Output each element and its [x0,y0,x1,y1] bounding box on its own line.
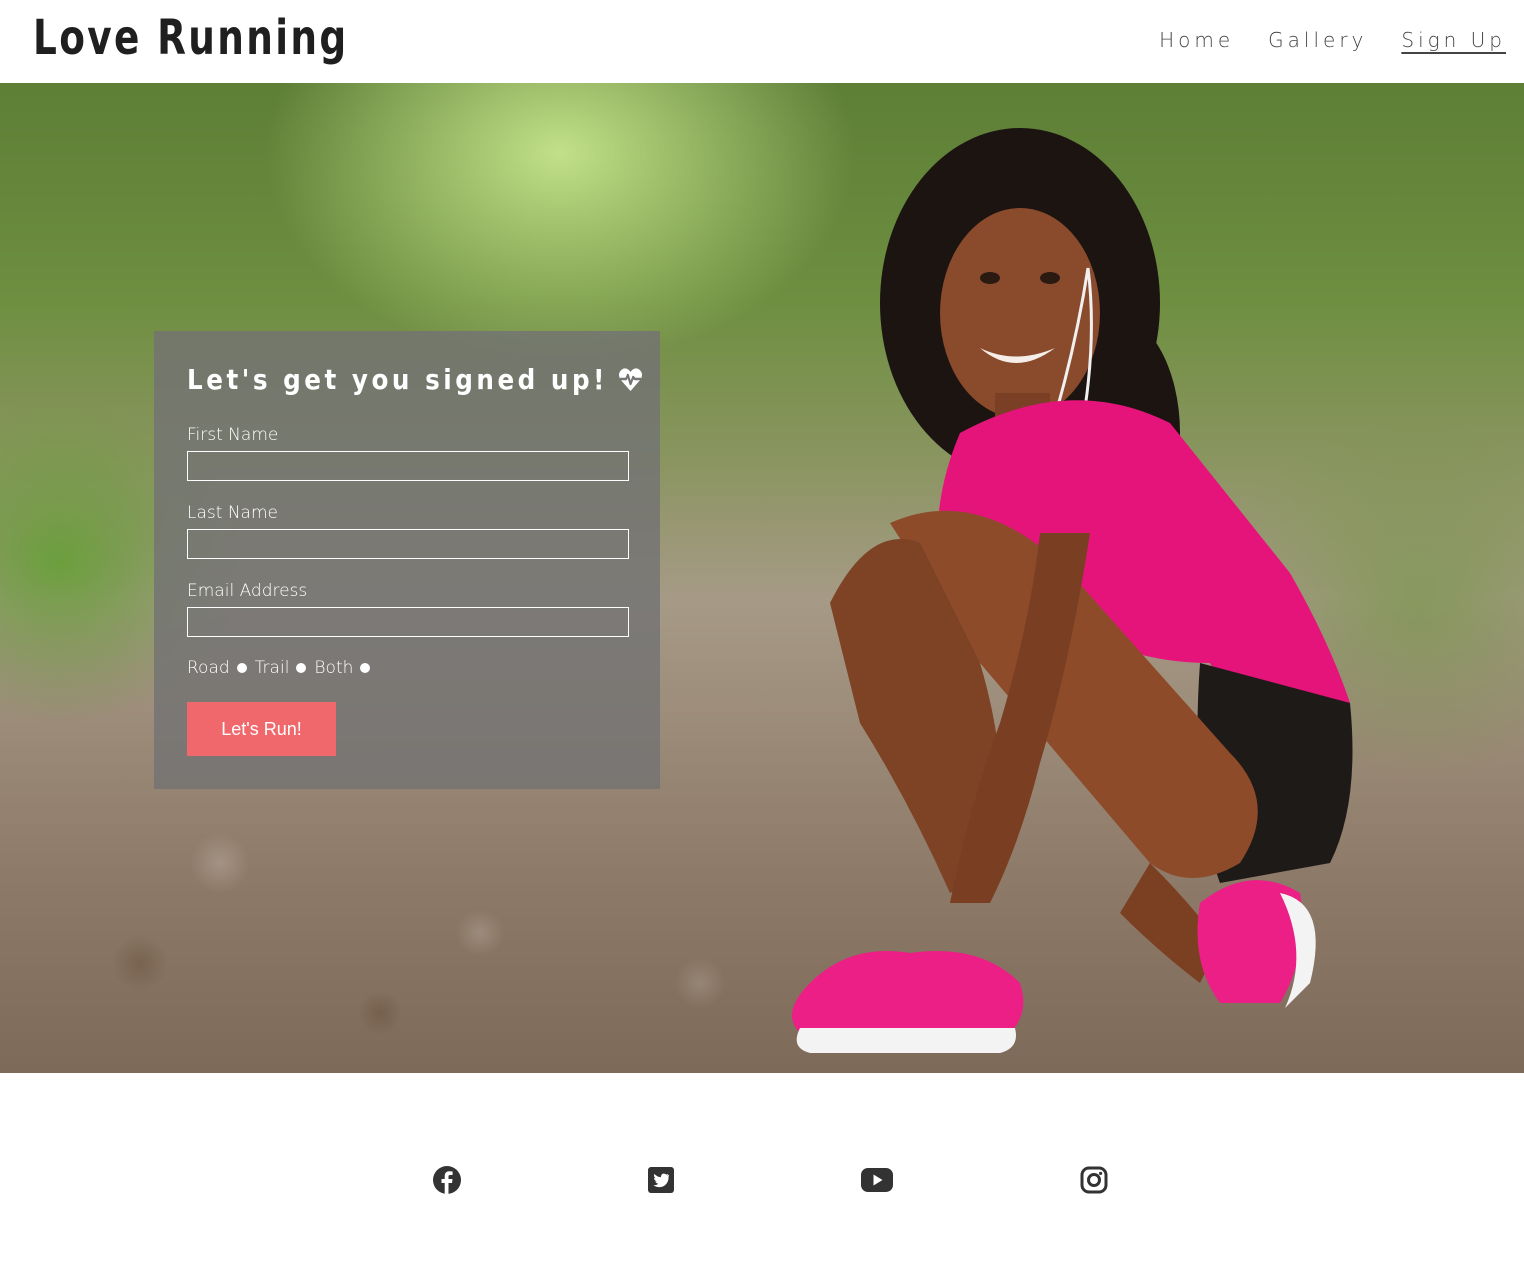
email-input[interactable] [187,607,629,637]
run-type-options: Road Trail Both [187,658,374,678]
form-title: Let's get you signed up! [187,363,643,396]
form-title-text: Let's get you signed up! [187,363,608,396]
lets-run-button[interactable]: Let's Run! [187,702,336,756]
runner-photo [792,128,1353,1053]
nav-gallery[interactable]: Gallery [1268,28,1367,52]
facebook-icon[interactable] [430,1163,464,1197]
trail-option-label: Trail [254,658,290,678]
both-option-label: Both [314,658,354,678]
nav-home[interactable]: Home [1159,28,1234,52]
site-logo[interactable]: Love Running [33,10,349,66]
youtube-icon[interactable] [860,1163,894,1197]
heartbeat-icon [619,367,643,391]
hero-background: Let's get you signed up! First Name Last… [0,83,1524,1073]
last-name-input[interactable] [187,529,629,559]
road-radio[interactable] [235,662,248,674]
email-label: Email Address [187,581,308,601]
first-name-label: First Name [187,425,279,445]
twitter-icon[interactable] [644,1163,678,1197]
both-radio[interactable] [359,662,372,674]
road-option-label: Road [187,658,230,678]
instagram-icon[interactable] [1077,1163,1111,1197]
trail-radio[interactable] [295,662,308,674]
signup-form-panel: Let's get you signed up! First Name Last… [154,331,660,789]
first-name-input[interactable] [187,451,629,481]
site-footer [0,1073,1524,1284]
main-nav: Home Gallery Sign Up [1159,28,1506,52]
nav-sign-up[interactable]: Sign Up [1401,28,1506,52]
last-name-label: Last Name [187,503,278,523]
site-header: Love Running Home Gallery Sign Up [0,0,1524,83]
